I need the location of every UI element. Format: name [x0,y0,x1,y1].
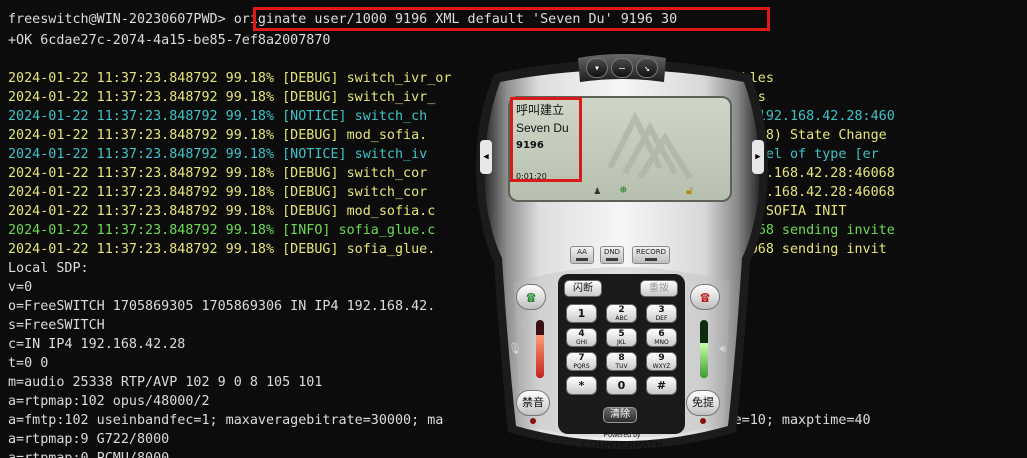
chevron-down-icon: ▾ [593,63,601,74]
keypad-key-4[interactable]: 4 GHI [566,328,597,347]
key-letters: DEF [655,315,668,322]
sdp-line: o=FreeSWITCH 1705869305 1705869306 IN IP… [8,299,436,314]
led-indicator [606,258,618,261]
key-digit: 2 [618,305,625,315]
key-letters: JKL [616,339,627,346]
sdp-line: t=0 0 [8,356,49,371]
mute-button[interactable]: 禁音 [516,390,550,416]
keypad-key-3[interactable]: 3 DEF [646,304,677,323]
dial-keypad: 闪断 重拨 1 2 ABC 3 DEF 4 GHI 5 JKL 6 MNO 7 PQRS 8 TUV 9 WXY… [558,274,685,434]
mode-label: AA [577,248,587,256]
key-letters: TUV [615,363,628,370]
keypad-key-5[interactable]: 5 JKL [606,328,637,347]
keypad-key-9[interactable]: 9 WXYZ [646,352,677,371]
keypad-key-2[interactable]: 2 ABC [606,304,637,323]
hold-flash-button[interactable]: 闪断 [564,280,602,297]
softphone-window[interactable]: ▾ – ↘ ◀ ▶ 呼叫建立 Seven Du 9196 0:01:20 ♟ ⊕… [474,52,770,458]
hangup-phone-icon: ☎ [700,288,710,306]
record-button[interactable]: RECORD [632,246,670,264]
chevron-right-icon: ▶ [755,152,761,162]
person-icon: ♟ [594,184,601,197]
phone-icon: ☎ [526,288,536,306]
dropdown-menu-button[interactable]: ▾ [586,58,608,78]
keypad-key-8[interactable]: 8 TUV [606,352,637,371]
speakerphone-button[interactable]: 免提 [686,390,720,416]
mode-label: DND [603,248,621,256]
key-digit: # [656,379,667,392]
sdp-line: m=audio 25338 RTP/AVP 102 9 0 8 105 101 [8,375,323,390]
answer-call-button[interactable]: ☎ [516,284,546,310]
key-digit: 7 [578,353,585,363]
keypad-key-1[interactable]: 1 [566,304,597,323]
mode-label: RECORD [636,248,666,256]
key-digit: 3 [658,305,665,315]
sdp-line: Local SDP: [8,261,89,276]
shell-prompt: freeswitch@WIN-20230607PWD> [8,12,226,27]
keypad-key-7[interactable]: 7 PQRS [566,352,597,371]
microphone-icon: 🎙︎ [508,342,522,355]
speaker-level-fill [700,343,708,378]
clear-button[interactable]: 清除 [603,407,637,423]
mic-slider-knob[interactable] [522,322,528,328]
key-letters: WXYZ [652,363,671,370]
unlock-icon: 🔓︎ [686,184,694,197]
brand-name: COUNTERPATH [582,440,663,451]
auto-answer-button[interactable]: AA [570,246,594,264]
key-digit: * [578,379,585,392]
keypad-key-0[interactable]: 0 [606,376,637,395]
mic-level-fill [536,334,544,378]
sdp-line: a=rtpmap:102 opus/48000/2 [8,394,210,409]
right-panel-arrow[interactable]: ▶ [752,140,764,174]
chevron-left-icon: ◀ [483,152,489,162]
key-digit: 8 [618,353,625,363]
left-panel-arrow[interactable]: ◀ [480,140,492,174]
speakerphone-led [700,418,706,424]
key-letters: GHI [576,339,587,346]
key-letters: MNO [654,339,669,346]
add-contact-icon: ⊕ [620,183,627,196]
key-digit: 4 [578,329,585,339]
sdp-line: s=FreeSWITCH [8,318,105,333]
key-digit: 5 [618,329,625,339]
lcd-highlight-box [510,97,582,182]
key-digit: 9 [658,353,665,363]
command-text: originate user/1000 9196 XML default 'Se… [233,12,678,27]
keypad-key-6[interactable]: 6 MNO [646,328,677,347]
key-digit: 1 [577,307,586,320]
keypad-key-star[interactable]: * [566,376,597,395]
sdp-line: a=rtpmap:0 PCMU/8000 [8,449,169,458]
command-line: freeswitch@WIN-20230607PWD> originate us… [8,10,677,29]
key-letters: PQRS [573,363,590,370]
ok-line: +OK 6cdae27c-2074-4a15-be85-7ef8a2007870 [8,33,331,48]
minimize-button[interactable]: – [611,58,633,78]
key-digit: 0 [617,379,626,392]
speaker-level-meter[interactable] [700,320,708,378]
keypad-key-hash[interactable]: # [646,376,677,395]
brand-logo: Powered by COUNTERPATH [582,432,662,451]
minimize-icon: – [618,63,626,74]
mic-level-meter[interactable] [536,320,544,378]
redial-button[interactable]: 重拨 [640,280,678,297]
sdp-line: c=IN IP4 192.168.42.28 [8,337,186,352]
compact-view-button[interactable]: ↘ [636,58,658,78]
mute-led [530,418,536,424]
speaker-volume-icon: 🔊︎ [719,342,727,355]
key-digit: 6 [658,329,665,339]
key-letters: ABC [615,315,628,322]
led-indicator [645,258,657,261]
hangup-call-button[interactable]: ☎ [690,284,720,310]
sdp-line: a=rtpmap:9 G722/8000 [8,432,170,447]
dnd-button[interactable]: DND [600,246,624,264]
sdp-line: v=0 [8,280,33,295]
collapse-icon: ↘ [643,63,651,74]
led-indicator [576,258,588,261]
brand-powered-by: Powered by [603,432,641,439]
